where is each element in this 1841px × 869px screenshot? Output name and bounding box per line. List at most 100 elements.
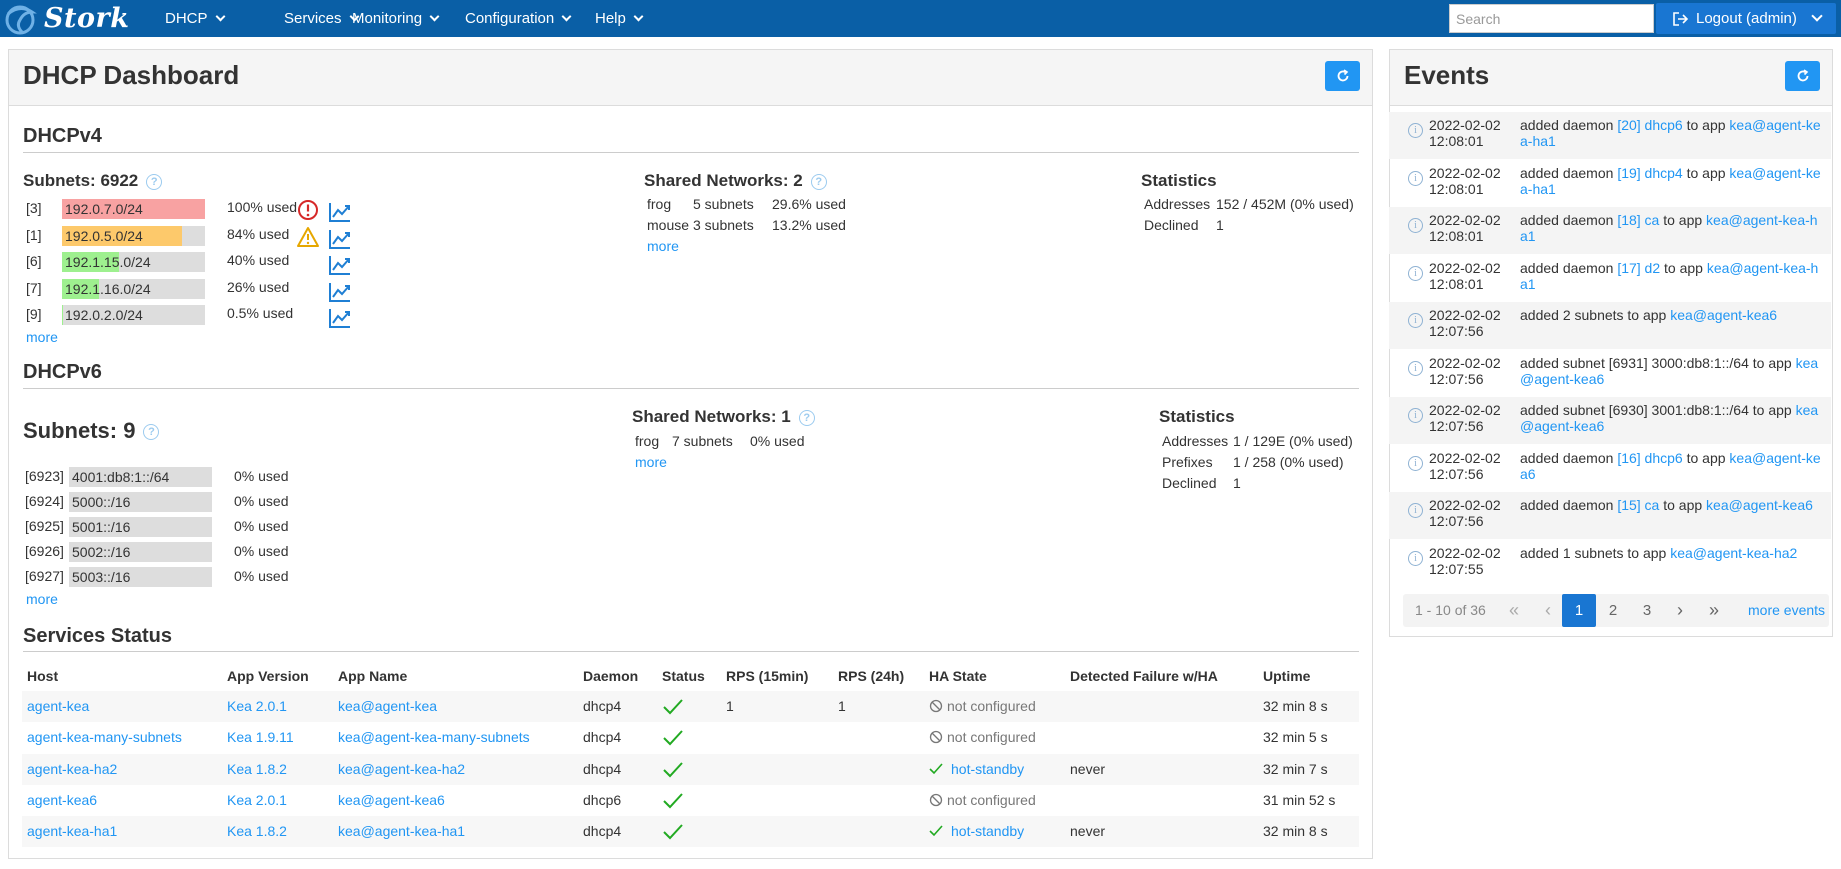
dhcpv4-subnets-more-link[interactable]: more (26, 329, 58, 345)
col-app-version-header[interactable]: App Version (227, 668, 309, 684)
subnet-id: [7] (26, 279, 42, 296)
info-icon: i (1408, 408, 1423, 423)
info-icon: i (1408, 123, 1423, 138)
subnet-utilization-bar[interactable]: 4001:db8:1::/64 (69, 467, 212, 487)
subnet-utilization-bar[interactable]: 192.0.2.0/24 (62, 305, 205, 325)
dashboard-refresh-button[interactable] (1325, 61, 1360, 91)
event-message: added subnet [6931] 3000:db8:1::/64 to a… (1520, 355, 1825, 387)
error-icon (298, 200, 318, 220)
stork-logo[interactable]: Stork (2, 2, 129, 35)
app-version-link[interactable]: Kea 1.8.2 (227, 754, 287, 785)
services-status-heading: Services Status (23, 625, 172, 647)
col-status-header[interactable]: Status (662, 668, 705, 684)
sign-out-icon (1673, 11, 1689, 26)
event-text: added daemon (1520, 259, 1618, 276)
stat-label: Addresses (1162, 433, 1229, 449)
host-link[interactable]: agent-kea (27, 691, 89, 722)
chart-line-icon[interactable] (328, 281, 352, 303)
help-icon[interactable]: ? (146, 173, 163, 190)
subnet-utilization-bar[interactable]: 5003::/16 (69, 567, 212, 587)
dhcpv6-subnets-more-link[interactable]: more (26, 591, 58, 607)
dhcpv6-shared-more-link[interactable]: more (635, 454, 667, 470)
chart-line-icon[interactable] (328, 228, 352, 250)
help-icon[interactable]: ? (810, 173, 827, 190)
ha-state-label: not configured (947, 791, 1036, 808)
page-button-1[interactable]: 1 (1562, 594, 1596, 627)
more-events-link[interactable]: more events (1748, 594, 1825, 627)
chart-line-icon[interactable] (328, 201, 352, 223)
help-icon[interactable]: ? (798, 409, 815, 426)
col-detected-failure-header[interactable]: Detected Failure w/HA (1070, 668, 1218, 684)
subnet-usage: 84% used (227, 225, 290, 242)
next-page-button[interactable]: › (1667, 594, 1693, 627)
search-input[interactable] (1449, 4, 1654, 33)
chart-line-icon[interactable] (328, 307, 352, 329)
host-link[interactable]: agent-kea-ha1 (27, 816, 117, 847)
col-rps-15min-header[interactable]: RPS (15min) (726, 668, 808, 684)
info-icon: i (1408, 265, 1423, 281)
prev-page-button[interactable]: ‹ (1535, 594, 1561, 627)
subnet-utilization-bar[interactable]: 192.0.5.0/24 (62, 225, 205, 246)
app-version-link[interactable]: Kea 2.0.1 (227, 691, 287, 722)
app-name-link[interactable]: kea@agent-kea-many-subnets (338, 722, 530, 753)
event-link[interactable]: kea@agent-kea6 (1670, 307, 1777, 323)
event-link[interactable]: [15] ca (1617, 497, 1659, 513)
col-uptime-header[interactable]: Uptime (1263, 668, 1310, 684)
event-link[interactable]: [20] dhcp6 (1617, 117, 1682, 133)
event-link[interactable]: kea@agent-kea6 (1706, 497, 1813, 513)
col-daemon-header[interactable]: Daemon (583, 668, 638, 684)
subnet-utilization-bar[interactable]: 192.0.7.0/24 (62, 199, 205, 219)
chevron-down-icon (215, 11, 225, 21)
subnet-utilization-bar[interactable]: 192.1.16.0/24 (62, 278, 205, 299)
event-link[interactable]: [18] ca (1617, 212, 1659, 228)
col-host-header[interactable]: Host (27, 668, 58, 684)
host-link[interactable]: agent-kea-many-subnets (27, 722, 182, 753)
logout-button[interactable]: Logout (admin) (1656, 3, 1836, 34)
app-version-link[interactable]: Kea 1.9.11 (227, 722, 294, 753)
app-name-link[interactable]: kea@agent-kea6 (338, 785, 445, 816)
table-row: agent-kea Kea 2.0.1 kea@agent-kea dhcp4 1 1 no… (22, 691, 1359, 722)
subnet-utilization-bar[interactable]: 5000::/16 (69, 492, 212, 512)
dhcpv4-shared-more-link[interactable]: more (647, 238, 679, 254)
menu-monitoring[interactable]: Monitoring (352, 0, 440, 37)
subnet-utilization-bar[interactable]: 5002::/16 (69, 542, 212, 562)
event-link[interactable]: [17] d2 (1617, 260, 1660, 276)
subnet-id: [9] (26, 306, 42, 322)
last-page-button[interactable]: » (1701, 594, 1727, 627)
app-name-link[interactable]: kea@agent-kea-ha1 (338, 816, 465, 847)
menu-services[interactable]: Services (284, 0, 359, 37)
chart-line-icon[interactable] (328, 254, 352, 276)
ha-state: not configured (929, 691, 1036, 722)
host-link[interactable]: agent-kea6 (27, 785, 97, 816)
event-link[interactable]: [16] dhcp6 (1617, 450, 1682, 466)
host-link[interactable]: agent-kea-ha2 (27, 754, 117, 785)
event-link[interactable]: [19] dhcp4 (1617, 165, 1682, 181)
col-ha-state-header[interactable]: HA State (929, 668, 987, 684)
ha-state[interactable]: hot-standby (929, 816, 1024, 847)
uptime: 32 min 8 s (1263, 823, 1328, 840)
subnet-utilization-bar[interactable]: 192.1.15.0/24 (62, 252, 205, 272)
menu-configuration[interactable]: Configuration (465, 0, 572, 37)
menu-help[interactable]: Help (595, 0, 644, 37)
event-timestamp: 2022-02-02 12:08:01 (1429, 164, 1501, 197)
menu-dhcp[interactable]: DHCP (165, 0, 225, 37)
shared-network-used: 0% used (750, 433, 805, 449)
app-version-link[interactable]: Kea 2.0.1 (227, 785, 287, 816)
app-name-link[interactable]: kea@agent-kea-ha2 (338, 754, 465, 785)
ha-state[interactable]: hot-standby (929, 754, 1024, 785)
subnet-usage: 0% used (234, 493, 289, 509)
ha-state-label[interactable]: hot-standby (951, 823, 1024, 839)
app-version-link[interactable]: Kea 1.8.2 (227, 816, 287, 847)
ha-state-label[interactable]: hot-standby (951, 761, 1024, 777)
col-app-name-header[interactable]: App Name (338, 668, 407, 684)
event-message: added daemon [19] dhcp4 to app kea@agent… (1520, 165, 1825, 197)
page-button-2[interactable]: 2 (1596, 594, 1630, 627)
help-icon[interactable]: ? (143, 424, 160, 441)
event-link[interactable]: kea@agent-kea-ha2 (1670, 545, 1797, 561)
app-name-link[interactable]: kea@agent-kea (338, 691, 437, 722)
col-rps-24h-header[interactable]: RPS (24h) (838, 668, 904, 684)
subnet-utilization-bar[interactable]: 5001::/16 (69, 517, 212, 537)
events-refresh-button[interactable] (1785, 61, 1820, 91)
first-page-button[interactable]: « (1501, 594, 1527, 627)
page-button-3[interactable]: 3 (1630, 594, 1664, 627)
